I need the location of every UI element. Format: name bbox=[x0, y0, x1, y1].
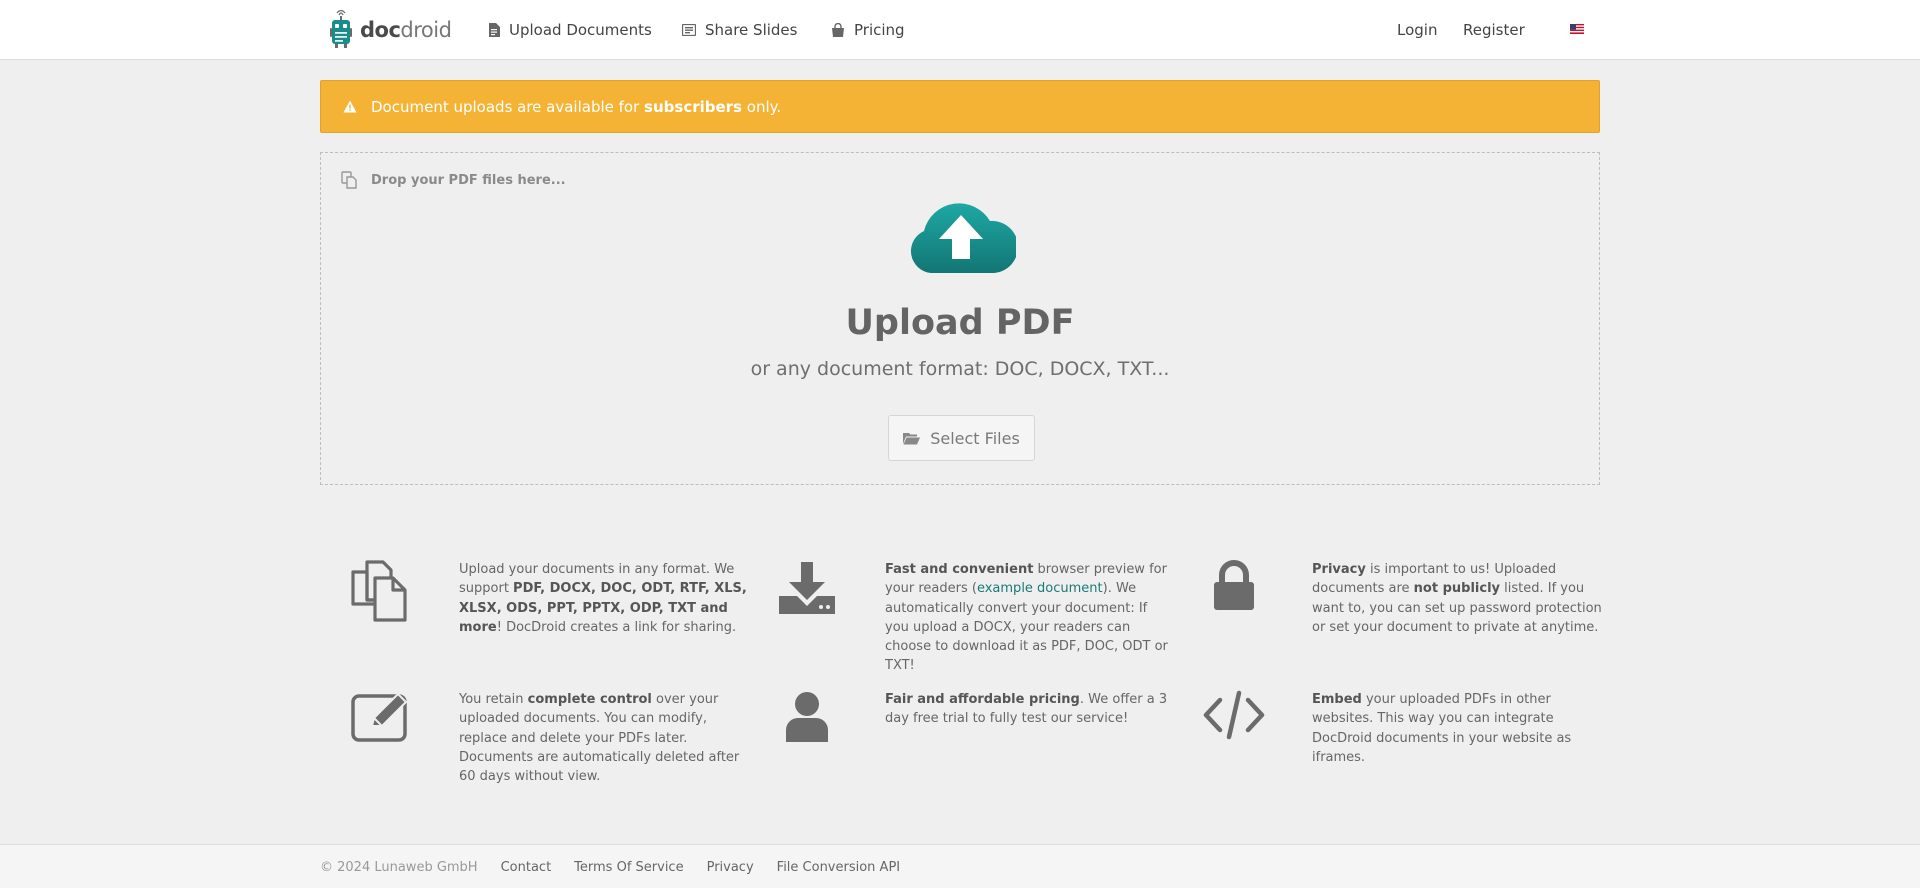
login-link[interactable]: Login bbox=[1397, 0, 1437, 60]
footer: © 2024 Lunaweb GmbH Contact Terms Of Ser… bbox=[0, 844, 1920, 888]
user-icon bbox=[762, 690, 852, 760]
select-files-button[interactable]: Select Files bbox=[888, 415, 1035, 461]
us-flag-icon[interactable] bbox=[1570, 24, 1584, 34]
logo-text-light: droid bbox=[400, 18, 452, 42]
robot-logo-icon bbox=[330, 10, 352, 48]
nav-label: Upload Documents bbox=[509, 21, 652, 39]
document-icon bbox=[488, 23, 500, 37]
docdroid-logo[interactable]: docdroid bbox=[328, 10, 452, 50]
upload-title: Upload PDF bbox=[845, 303, 1075, 343]
cloud-upload-icon bbox=[911, 203, 1016, 273]
nav-upload-documents[interactable]: Upload Documents bbox=[488, 0, 652, 60]
subscribers-alert: Document uploads are available for subsc… bbox=[320, 80, 1600, 133]
documents-icon bbox=[336, 560, 426, 630]
feature-control-text: You retain complete control over your up… bbox=[459, 690, 749, 786]
warning-icon bbox=[343, 100, 357, 113]
dropzone-hint: Drop your PDF files here... bbox=[341, 171, 566, 189]
dropzone-hint-text: Drop your PDF files here... bbox=[371, 172, 566, 188]
top-navbar: docdroid Upload Documents Share Slides P… bbox=[0, 0, 1920, 60]
alert-bold: subscribers bbox=[644, 97, 742, 116]
code-icon bbox=[1189, 690, 1279, 760]
upload-dropzone[interactable]: Drop your PDF files here... Upload PDF o… bbox=[320, 152, 1600, 485]
folder-open-icon bbox=[903, 432, 921, 445]
text-bold: not publicly bbox=[1413, 581, 1500, 597]
nav-pricing[interactable]: Pricing bbox=[831, 0, 905, 60]
slides-icon bbox=[682, 24, 696, 36]
text-bold: Privacy bbox=[1312, 562, 1366, 577]
register-link[interactable]: Register bbox=[1463, 0, 1525, 60]
download-icon bbox=[762, 560, 852, 630]
feature-embed-text: Embed your uploaded PDFs in other websit… bbox=[1312, 690, 1602, 767]
feature-preview-text: Fast and convenient browser preview for … bbox=[885, 560, 1175, 676]
nav-share-slides[interactable]: Share Slides bbox=[682, 0, 797, 60]
feature-formats-text: Upload your documents in any format. We … bbox=[459, 560, 749, 637]
copyright: © 2024 Lunaweb GmbH bbox=[320, 859, 478, 875]
alert-text: Document uploads are available for subsc… bbox=[371, 98, 781, 116]
alert-prefix: Document uploads are available for bbox=[371, 97, 645, 116]
logo-text-bold: doc bbox=[360, 18, 401, 42]
text-part: ! DocDroid creates a link for sharing. bbox=[496, 619, 737, 635]
text-part: You retain bbox=[459, 692, 528, 707]
footer-link-terms[interactable]: Terms Of Service bbox=[574, 860, 683, 875]
text-bold: complete control bbox=[527, 692, 652, 707]
lock-icon bbox=[1189, 560, 1279, 630]
feature-pricing-text: Fair and affordable pricing. We offer a … bbox=[885, 690, 1175, 729]
nav-label: Share Slides bbox=[705, 21, 798, 39]
example-document-link[interactable]: example document bbox=[977, 581, 1103, 596]
text-bold: Fast and convenient bbox=[885, 562, 1034, 577]
alert-suffix: only. bbox=[742, 97, 782, 116]
feature-privacy-text: Privacy is important to us! Uploaded doc… bbox=[1312, 560, 1602, 637]
footer-link-contact[interactable]: Contact bbox=[501, 860, 552, 875]
nav-label: Pricing bbox=[854, 21, 905, 39]
text-bold: Embed bbox=[1312, 692, 1362, 707]
footer-link-api[interactable]: File Conversion API bbox=[777, 860, 900, 875]
select-files-label: Select Files bbox=[930, 428, 1020, 448]
files-icon bbox=[341, 171, 359, 189]
edit-icon bbox=[336, 690, 426, 760]
footer-link-privacy[interactable]: Privacy bbox=[707, 860, 754, 875]
upload-subtitle: or any document format: DOC, DOCX, TXT..… bbox=[750, 358, 1170, 380]
shopping-bag-icon bbox=[831, 23, 845, 37]
text-bold: Fair and affordable pricing bbox=[885, 692, 1080, 707]
